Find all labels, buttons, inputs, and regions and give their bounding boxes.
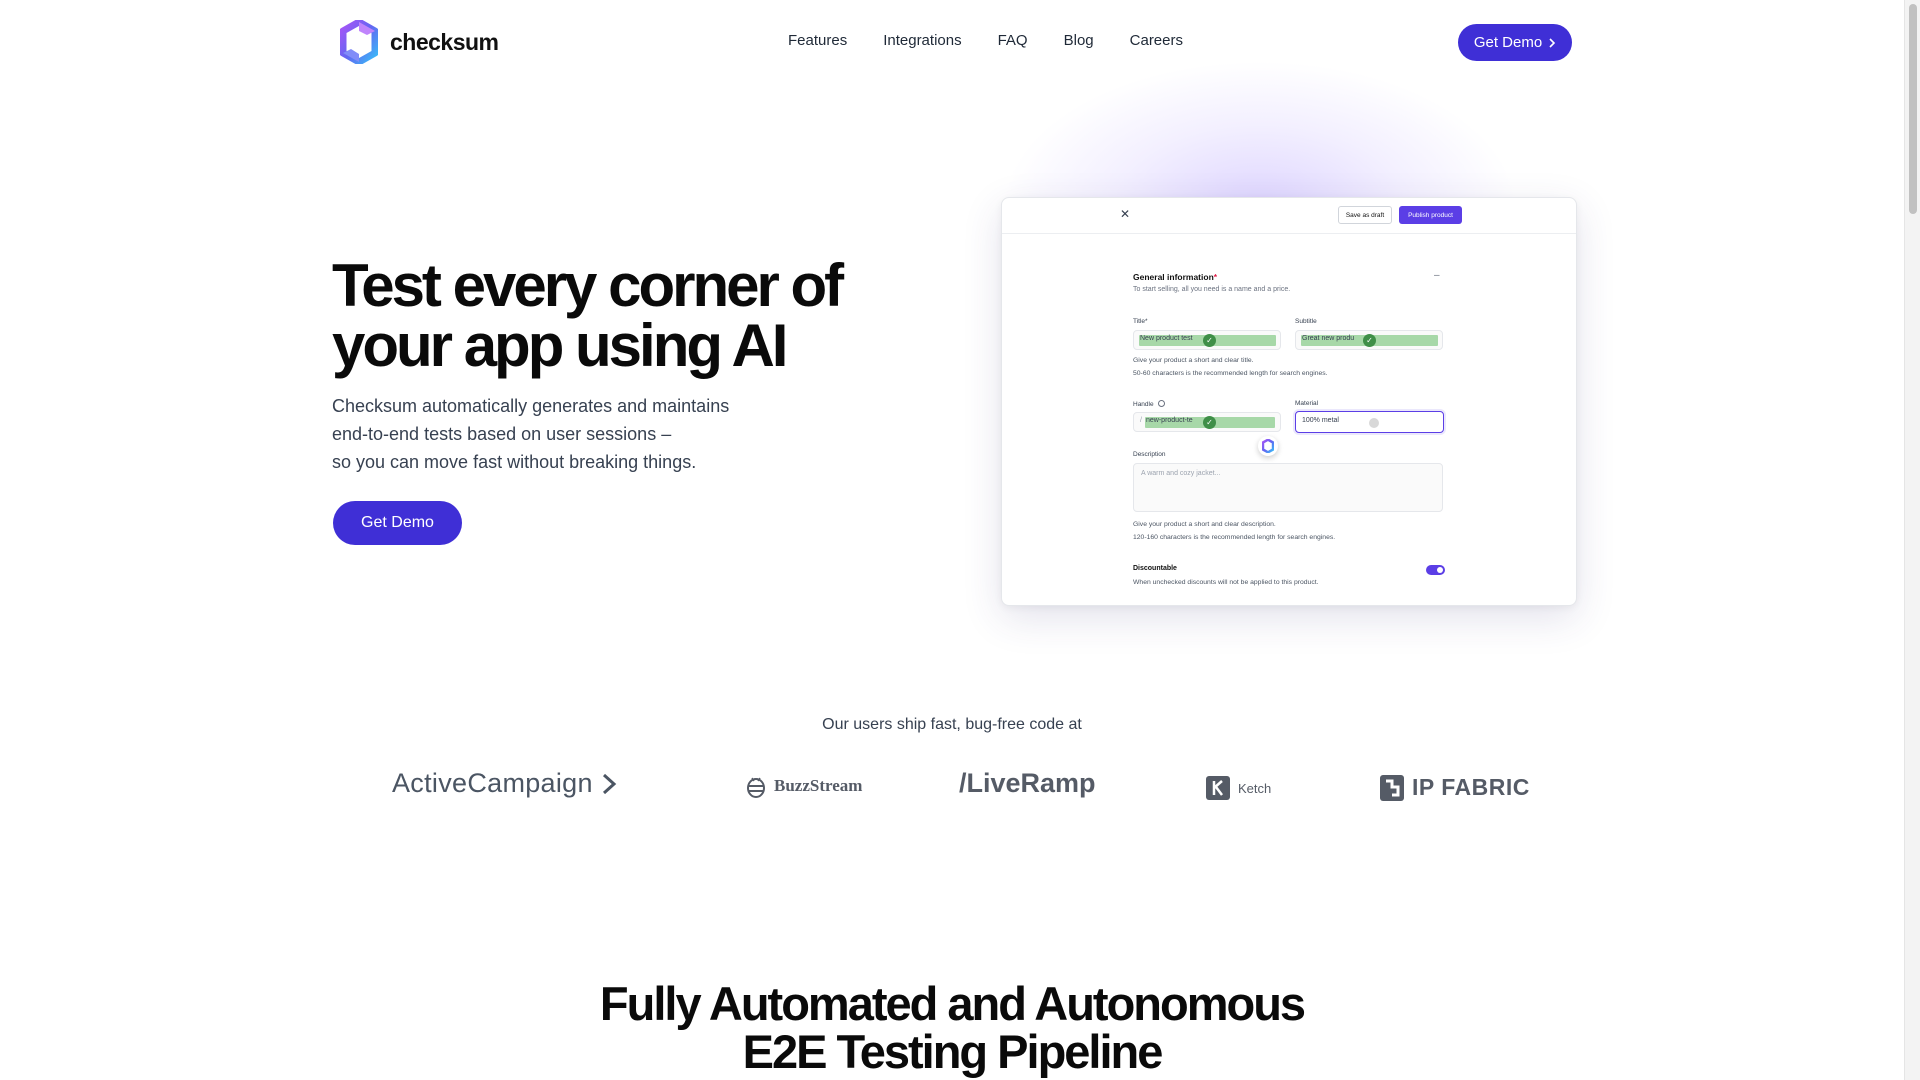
hero-title-line-1: Test every corner of (332, 252, 844, 319)
brand-name: checksum (390, 28, 499, 55)
ketch-logo-icon (1206, 776, 1230, 800)
buzzstream-logo: BuzzStream (746, 774, 862, 798)
description-help-line-2: 120-160 characters is the recommended le… (1133, 533, 1336, 541)
save-draft-button[interactable]: Save as draft (1338, 206, 1392, 224)
description-field[interactable]: A warm and cozy jacket... (1133, 463, 1443, 512)
hero-subtitle-line-3: so you can move fast without breaking th… (332, 452, 697, 472)
material-value: 100% metal (1302, 417, 1339, 424)
liveramp-logo-text: /LiveRamp (959, 768, 1096, 798)
handle-label: Handle (1133, 400, 1166, 408)
trust-heading: Our users ship fast, bug-free code at (822, 716, 1082, 733)
description-label: Description (1133, 451, 1166, 458)
general-info-heading-text: General information (1133, 272, 1214, 282)
ketch-logo: Ketch (1206, 776, 1271, 800)
header-get-demo-label: Get Demo (1473, 34, 1543, 51)
description-help: Give your product a short and clear desc… (1133, 519, 1335, 544)
check-icon: ✓ (1363, 334, 1376, 347)
title-field[interactable]: New product test ✓ (1133, 330, 1281, 350)
checksum-agent-cursor (1258, 436, 1278, 456)
check-icon: ✓ (1203, 416, 1216, 429)
hero-subtitle-line-2: end-to-end tests based on user sessions … (332, 424, 672, 444)
nav-item-faq[interactable]: FAQ (998, 32, 1028, 49)
hero-title: Test every corner of your app using AI (332, 256, 852, 376)
activecampaign-logo-text: ActiveCampaign (392, 768, 593, 798)
brand-logo[interactable]: checksum (340, 20, 499, 64)
mockup-toolbar: ✕ Save as draft Publish product (1002, 198, 1576, 234)
discountable-label: Discountable (1133, 565, 1177, 572)
section-title-line-1: Fully Automated and Autonomous (599, 977, 1306, 1030)
hero-get-demo-label: Get Demo (361, 514, 434, 531)
checksum-logo-icon (1262, 439, 1274, 453)
material-field[interactable]: 100% metal (1295, 411, 1444, 433)
description-help-line-1: Give your product a short and clear desc… (1133, 521, 1276, 528)
required-marker: * (1213, 272, 1218, 282)
nav-item-blog[interactable]: Blog (1064, 32, 1094, 49)
chevron-right-icon (1549, 37, 1556, 48)
title-help-line-2: 50-60 characters is the recommended leng… (1133, 369, 1328, 377)
title-help: Give your product a short and clear titl… (1133, 355, 1328, 380)
ketch-logo-text: Ketch (1238, 780, 1272, 796)
hero-title-line-2: your app using AI (332, 312, 788, 379)
discountable-help: When unchecked discounts will not be app… (1133, 579, 1319, 586)
buzzstream-logo-text: BuzzStream (774, 776, 863, 795)
publish-product-button[interactable]: Publish product (1399, 206, 1462, 224)
general-info-subtitle: To start selling, all you need is a name… (1133, 286, 1291, 293)
hero-get-demo-button[interactable]: Get Demo (333, 501, 462, 545)
page-scrollbar[interactable] (1904, 0, 1920, 1080)
ipfabric-logo: IP FABRIC (1380, 774, 1530, 801)
liveramp-logo: /LiveRamp (959, 768, 1096, 799)
subtitle-value: Great new produ (1302, 335, 1355, 342)
activecampaign-logo: ActiveCampaign (392, 768, 617, 799)
general-info-heading: General information* (1133, 272, 1217, 282)
nav-item-integrations[interactable]: Integrations (883, 32, 961, 49)
title-label: Title* (1133, 318, 1148, 325)
section-title-line-2: E2E Testing Pipeline (742, 1025, 1164, 1078)
handle-prefix: / (1140, 417, 1142, 424)
subtitle-field[interactable]: Great new produ ✓ (1295, 330, 1443, 350)
handle-value: new-product-te (1146, 417, 1193, 424)
title-value: New product test (1140, 335, 1193, 342)
header-get-demo-button[interactable]: Get Demo (1458, 24, 1572, 61)
discountable-toggle[interactable] (1426, 565, 1445, 575)
title-help-line-1: Give your product a short and clear titl… (1133, 357, 1254, 364)
nav-item-features[interactable]: Features (788, 32, 847, 49)
chevron-right-icon (602, 773, 617, 794)
buzzstream-bee-icon (747, 777, 765, 798)
product-form-mockup: ✕ Save as draft Publish product General … (1001, 197, 1577, 606)
collapse-icon[interactable]: – (1434, 270, 1440, 281)
checksum-logo-icon (340, 20, 378, 64)
main-nav: Features Integrations FAQ Blog Careers (788, 32, 1183, 49)
ipfabric-logo-icon (1380, 774, 1404, 801)
subtitle-label: Subtitle (1295, 318, 1317, 325)
section-title: Fully Automated and Autonomous E2E Testi… (0, 980, 1904, 1076)
handle-field[interactable]: / new-product-te ✓ (1133, 412, 1281, 432)
typing-indicator (1369, 418, 1379, 428)
scrollbar-thumb[interactable] (1909, 4, 1917, 214)
site-header: checksum Features Integrations FAQ Blog … (0, 0, 1904, 86)
handle-label-text: Handle (1133, 401, 1154, 408)
hero-subtitle-line-1: Checksum automatically generates and mai… (332, 396, 730, 416)
description-placeholder: A warm and cozy jacket... (1141, 470, 1221, 477)
nav-item-careers[interactable]: Careers (1130, 32, 1183, 49)
close-icon[interactable]: ✕ (1120, 207, 1130, 221)
ipfabric-logo-text: IP FABRIC (1412, 774, 1530, 800)
material-label: Material (1295, 400, 1319, 407)
info-icon (1158, 400, 1166, 407)
hero-subtitle: Checksum automatically generates and mai… (332, 392, 812, 476)
check-icon: ✓ (1203, 334, 1216, 347)
